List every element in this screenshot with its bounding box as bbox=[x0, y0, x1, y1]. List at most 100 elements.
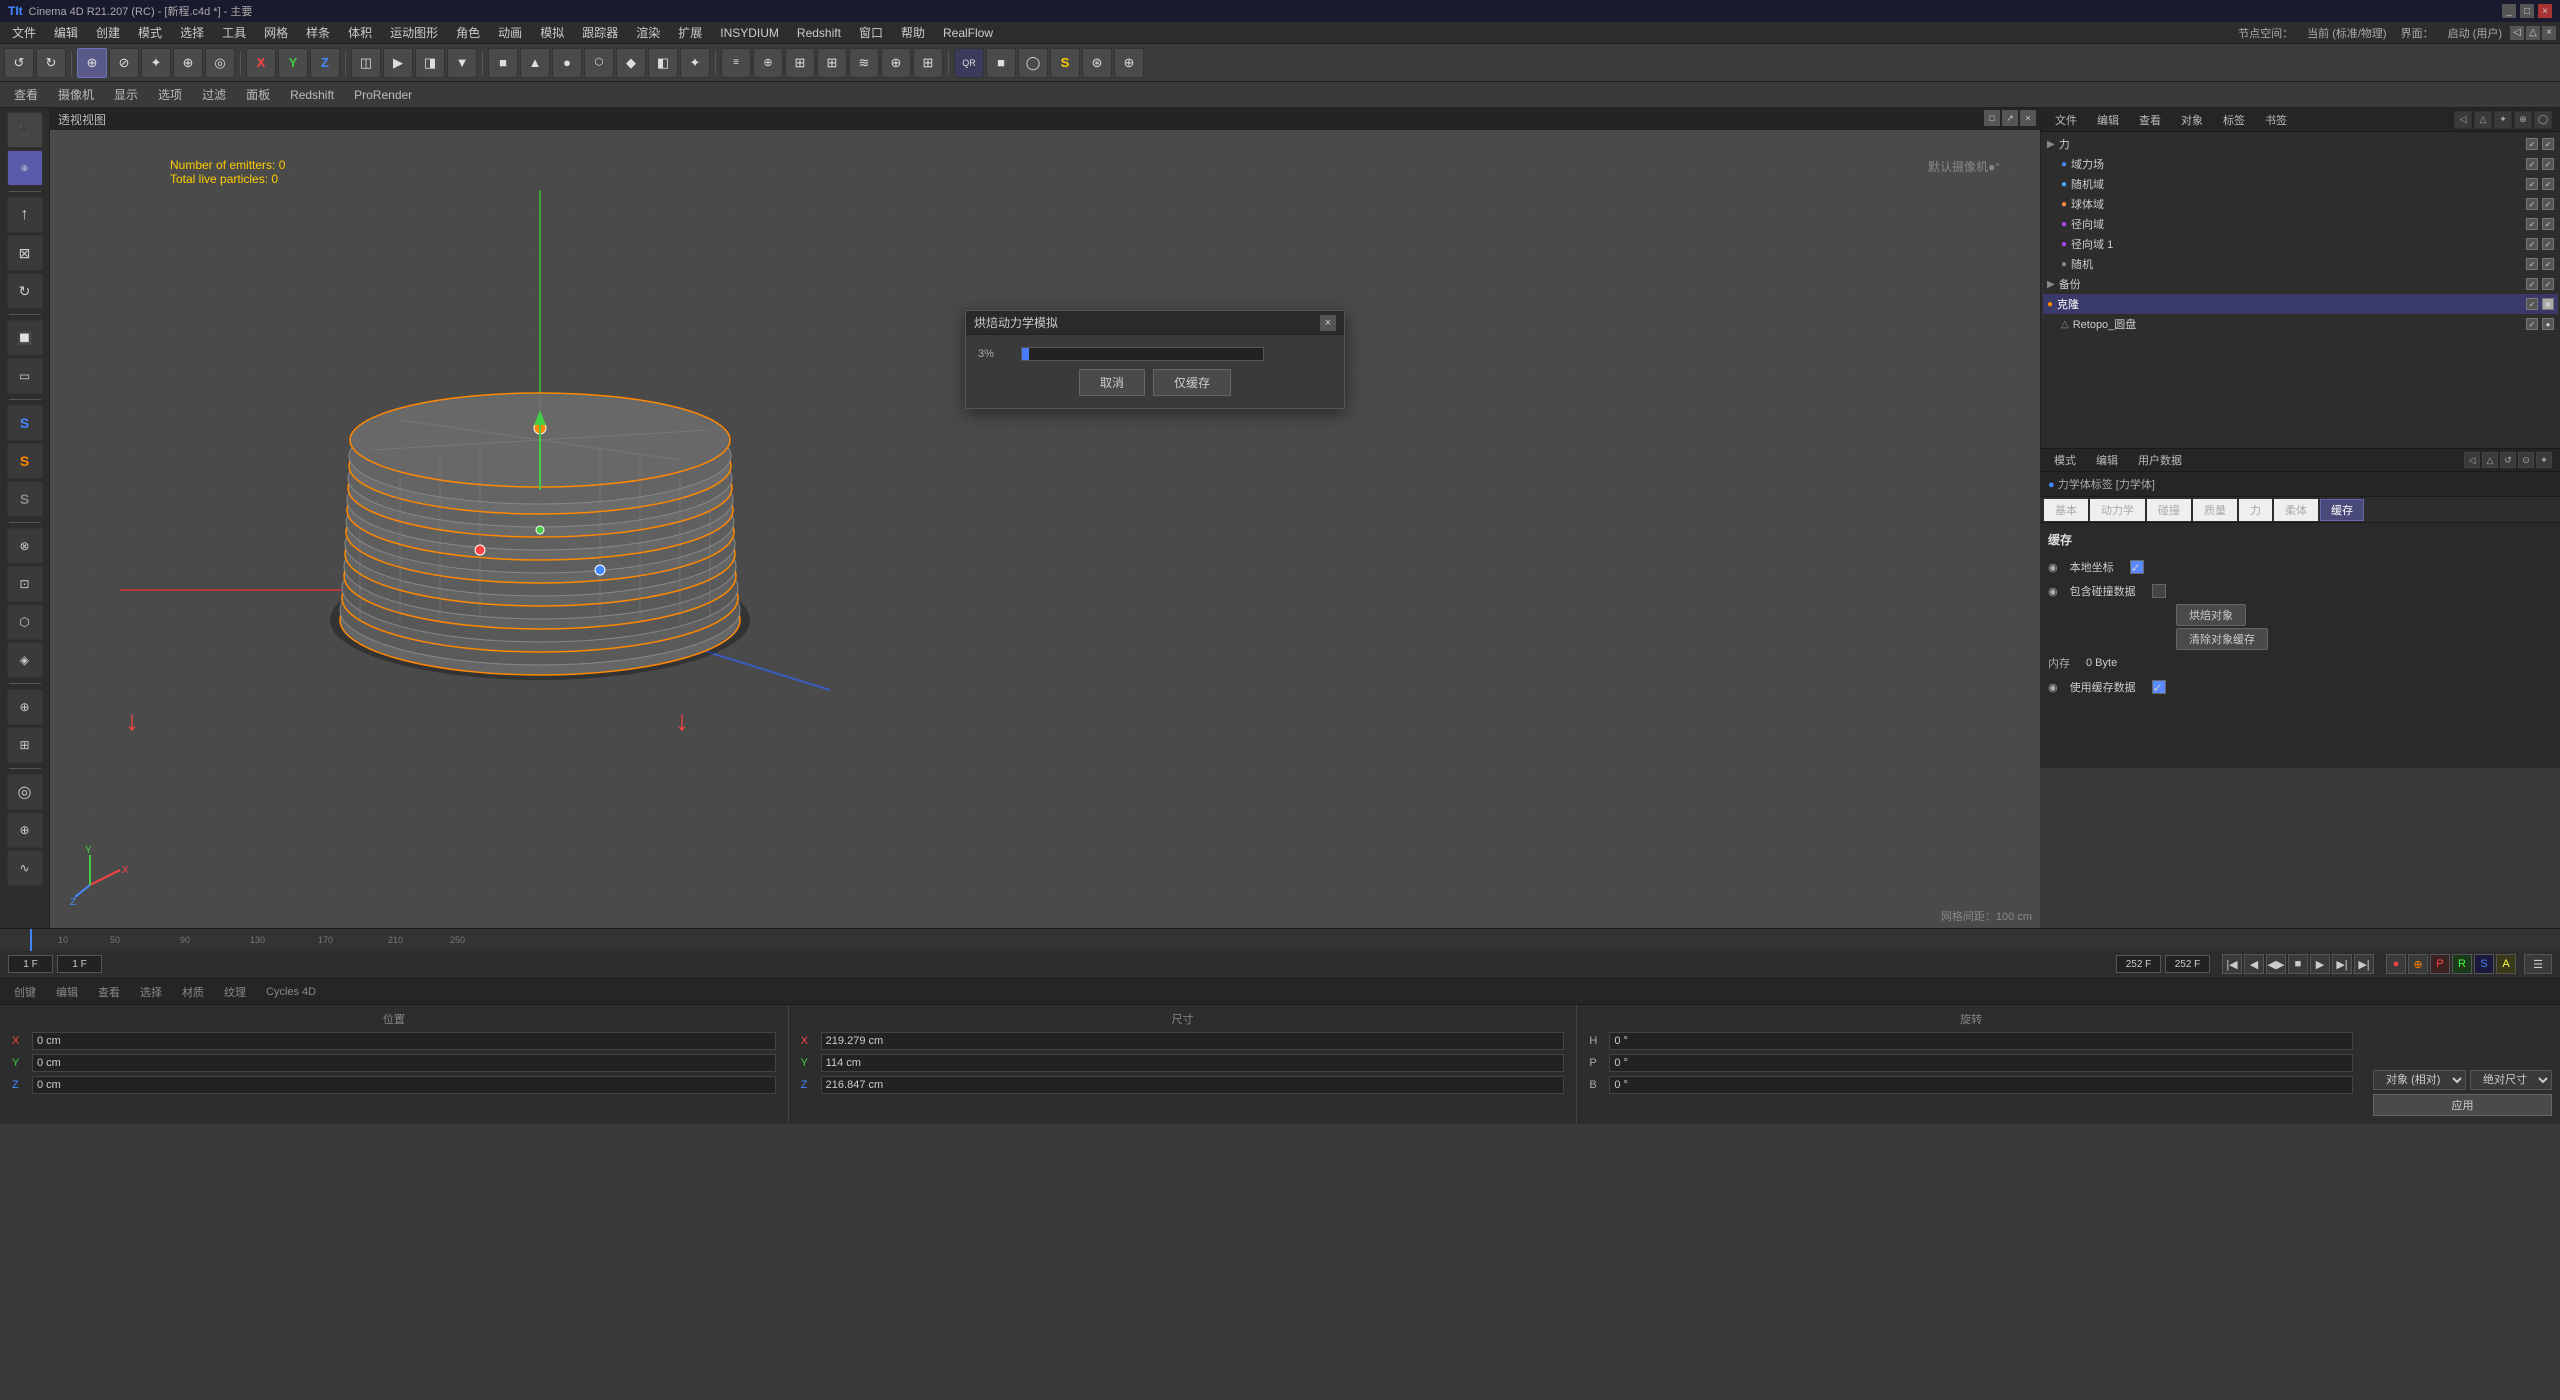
scene-check-3[interactable]: ✓ bbox=[2526, 158, 2538, 170]
scene-check-5[interactable]: ✓ bbox=[2526, 178, 2538, 190]
menu-simulate[interactable]: 模拟 bbox=[532, 22, 572, 43]
redo-btn[interactable]: ↻ bbox=[36, 48, 66, 78]
prop-nav-up[interactable]: △ bbox=[2482, 452, 2498, 468]
status-material[interactable]: 材质 bbox=[176, 984, 210, 1000]
scene-icon-1[interactable]: ◁ bbox=[2454, 111, 2472, 129]
scene-menu-view[interactable]: 查看 bbox=[2133, 110, 2167, 130]
rec-all[interactable]: A bbox=[2496, 954, 2516, 974]
scene-check-13[interactable]: ✓ bbox=[2526, 258, 2538, 270]
scene-menu-edit[interactable]: 编辑 bbox=[2091, 110, 2125, 130]
vp-corner-btn-2[interactable]: ↗ bbox=[2002, 110, 2018, 126]
vp-menu-prorender[interactable]: ProRender bbox=[348, 86, 418, 104]
transform-btn[interactable]: ◎ bbox=[205, 48, 235, 78]
render-btn[interactable]: ◨ bbox=[415, 48, 445, 78]
coord-rot-b-input[interactable] bbox=[1609, 1076, 2353, 1094]
scene-menu-file[interactable]: 文件 bbox=[2049, 110, 2083, 130]
star-btn[interactable]: ⊛ bbox=[1082, 48, 1112, 78]
status-edit[interactable]: 编辑 bbox=[50, 984, 84, 1000]
option-btn[interactable]: ⊕ bbox=[1114, 48, 1144, 78]
scene-check-15[interactable]: ✓ bbox=[2526, 278, 2538, 290]
scale-tool-btn[interactable]: ⊘ bbox=[109, 48, 139, 78]
scene-item-random[interactable]: ● 随机 ✓ ✓ bbox=[2057, 254, 2558, 274]
menu-volume[interactable]: 体积 bbox=[340, 22, 380, 43]
status-cycles[interactable]: Cycles 4D bbox=[260, 986, 322, 998]
coord-size-y-input[interactable] bbox=[821, 1054, 1565, 1072]
minimize-icon[interactable]: ◁ bbox=[2510, 26, 2524, 40]
menu-tools[interactable]: 工具 bbox=[214, 22, 254, 43]
menu-mode[interactable]: 模式 bbox=[130, 22, 170, 43]
modal-cancel-btn[interactable]: 取消 bbox=[1079, 369, 1145, 396]
prop-radio-use-cache[interactable]: ◉ bbox=[2048, 681, 2058, 694]
sb-mirror-btn[interactable]: ⊞ bbox=[7, 727, 43, 763]
undo-btn[interactable]: ↺ bbox=[4, 48, 34, 78]
sb-rotate-btn[interactable]: ↻ bbox=[7, 273, 43, 309]
menu-mesh[interactable]: 网格 bbox=[256, 22, 296, 43]
scene-check-8[interactable]: ✓ bbox=[2542, 198, 2554, 210]
menu-animate[interactable]: 动画 bbox=[490, 22, 530, 43]
scene-check-11[interactable]: ✓ bbox=[2526, 238, 2538, 250]
timeline-end-frame[interactable] bbox=[2116, 955, 2161, 973]
scene-icon-4[interactable]: ⊕ bbox=[2514, 111, 2532, 129]
prop-tab-softbody[interactable]: 柔体 bbox=[2274, 499, 2318, 521]
status-texture[interactable]: 纹理 bbox=[218, 984, 252, 1000]
prop-nav-refresh[interactable]: ↺ bbox=[2500, 452, 2516, 468]
menu-select[interactable]: 选择 bbox=[172, 22, 212, 43]
vp-corner-btn-3[interactable]: × bbox=[2020, 110, 2036, 126]
coord-type-select[interactable]: 对象 (相对) bbox=[2373, 1070, 2466, 1090]
scene-check-18[interactable]: ■ bbox=[2542, 298, 2554, 310]
minimize-btn[interactable]: _ bbox=[2502, 4, 2516, 18]
scene-check-1[interactable]: ✓ bbox=[2526, 138, 2538, 150]
scene-check-7[interactable]: ✓ bbox=[2526, 198, 2538, 210]
scene-check-19[interactable]: ✓ bbox=[2526, 318, 2538, 330]
prop-tab-dynamics[interactable]: 动力学 bbox=[2090, 499, 2145, 521]
render-region-btn[interactable]: ▶ bbox=[383, 48, 413, 78]
menu-create[interactable]: 创建 bbox=[88, 22, 128, 43]
sb-s2-btn[interactable]: S bbox=[7, 443, 43, 479]
prop-radio-local[interactable]: ◉ bbox=[2048, 561, 2058, 574]
scene-hierarchy[interactable]: ▶ 力 ✓ ✓ ● 域力场 ✓ ✓ bbox=[2041, 132, 2560, 448]
dynamics-btn[interactable]: ⊞ bbox=[913, 48, 943, 78]
scene-check-6[interactable]: ✓ bbox=[2542, 178, 2554, 190]
grid-btn[interactable]: ⊞ bbox=[785, 48, 815, 78]
status-view[interactable]: 查看 bbox=[92, 984, 126, 1000]
menu-help[interactable]: 帮助 bbox=[893, 22, 933, 43]
prop-menu-userdata[interactable]: 用户数据 bbox=[2132, 450, 2188, 470]
move-tool-btn[interactable]: ⊕ bbox=[77, 48, 107, 78]
prop-nav-lock[interactable]: ⊙ bbox=[2518, 452, 2534, 468]
prop-collision-checkbox[interactable] bbox=[2152, 584, 2166, 598]
scene-item-force[interactable]: ▶ 力 ✓ ✓ bbox=[2043, 134, 2558, 154]
scene-check-17[interactable]: ✓ bbox=[2526, 298, 2538, 310]
prop-bake-btn[interactable]: 烘焙对象 bbox=[2176, 604, 2246, 626]
scene-check-20[interactable]: ● bbox=[2542, 318, 2554, 330]
vp-corner-btn-1[interactable]: □ bbox=[1984, 110, 2000, 126]
size-type-select[interactable]: 绝对尺寸 bbox=[2470, 1070, 2552, 1090]
restore-icon[interactable]: △ bbox=[2526, 26, 2540, 40]
mograph-btn[interactable]: ⊕ bbox=[881, 48, 911, 78]
sb-sculpt-btn[interactable]: ⊕ bbox=[7, 812, 43, 848]
rec-key[interactable]: ⊕ bbox=[2408, 954, 2428, 974]
spline-btn[interactable]: ≋ bbox=[849, 48, 879, 78]
close-btn[interactable]: × bbox=[2538, 4, 2552, 18]
prop-clear-btn[interactable]: 清除对象缓存 bbox=[2176, 628, 2268, 650]
scene-menu-bookmark[interactable]: 书签 bbox=[2259, 110, 2293, 130]
pb-play-fwd[interactable]: ▶ bbox=[2310, 954, 2330, 974]
scene-check-14[interactable]: ✓ bbox=[2542, 258, 2554, 270]
render-settings-btn[interactable]: ▼ bbox=[447, 48, 477, 78]
rec-auto[interactable]: ● bbox=[2386, 954, 2406, 974]
scene-check-10[interactable]: ✓ bbox=[2542, 218, 2554, 230]
prop-tab-mass[interactable]: 质量 bbox=[2193, 499, 2237, 521]
frame-btn[interactable]: ◫ bbox=[351, 48, 381, 78]
primitive-plane-btn[interactable]: ◆ bbox=[616, 48, 646, 78]
sb-move-btn[interactable]: ↑ bbox=[7, 197, 43, 233]
primitive-cone-btn[interactable]: ▲ bbox=[520, 48, 550, 78]
primitive-sphere-btn[interactable]: ● bbox=[552, 48, 582, 78]
vp-menu-filter[interactable]: 过滤 bbox=[196, 84, 232, 105]
scene-item-radial-domain-1[interactable]: ● 径向域 1 ✓ ✓ bbox=[2057, 234, 2558, 254]
axis-z-btn[interactable]: Z bbox=[310, 48, 340, 78]
coord-size-x-input[interactable] bbox=[821, 1032, 1565, 1050]
status-keying[interactable]: 创键 bbox=[8, 984, 42, 1000]
scene-item-random-domain[interactable]: ● 随机域 ✓ ✓ bbox=[2057, 174, 2558, 194]
menu-edit[interactable]: 编辑 bbox=[46, 22, 86, 43]
menu-render[interactable]: 渲染 bbox=[628, 22, 668, 43]
coord-pos-y-input[interactable] bbox=[32, 1054, 776, 1072]
